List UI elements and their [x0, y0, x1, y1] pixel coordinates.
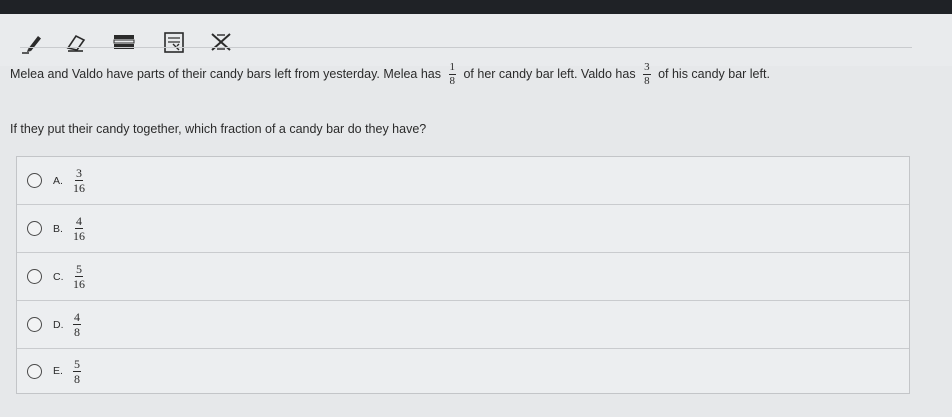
- choice-letter: D.: [53, 318, 64, 331]
- choice-a[interactable]: A. 3 16: [17, 157, 909, 205]
- reference-sheet-tool[interactable]: [160, 28, 188, 56]
- eraser-icon: [66, 34, 86, 52]
- question-text: Melea and Valdo have parts of their cand…: [10, 62, 920, 87]
- choice-fraction: 4 8: [73, 311, 81, 338]
- answer-eliminator-tool[interactable]: [207, 28, 235, 56]
- top-bar: [0, 0, 952, 14]
- choice-fraction: 5 8: [73, 358, 81, 385]
- line-reader-tool[interactable]: [110, 28, 138, 56]
- choice-numerator: 4: [73, 310, 81, 325]
- choice-numerator: 5: [73, 356, 81, 372]
- choice-fraction: 3 16: [73, 167, 85, 194]
- line-reader-icon: [113, 35, 135, 49]
- choice-numerator: 3: [75, 166, 83, 181]
- melea-fraction: 1 8: [448, 61, 456, 87]
- choice-denominator: 8: [74, 325, 80, 339]
- eraser-tool[interactable]: [62, 28, 90, 56]
- choice-denominator: 16: [73, 229, 85, 243]
- choice-letter: B.: [53, 222, 63, 235]
- choice-letter: A.: [53, 174, 63, 187]
- reference-sheet-icon: [164, 32, 184, 53]
- choice-denominator: 16: [73, 181, 85, 195]
- choice-d[interactable]: D. 4 8: [17, 301, 909, 349]
- choice-numerator: 4: [75, 214, 83, 229]
- valdo-fraction: 3 8: [643, 62, 651, 87]
- radio-button[interactable]: [27, 221, 42, 236]
- radio-button[interactable]: [27, 173, 42, 188]
- radio-button[interactable]: [27, 317, 42, 332]
- radio-button[interactable]: [27, 269, 42, 284]
- choice-c[interactable]: C. 5 16: [17, 253, 909, 301]
- question-part2: of her candy bar left. Valdo has: [463, 66, 636, 81]
- choice-denominator: 16: [73, 277, 85, 291]
- valdo-numerator: 3: [643, 61, 651, 75]
- question-part1: Melea and Valdo have parts of their cand…: [10, 66, 442, 81]
- answer-eliminator-icon: [211, 33, 231, 51]
- choice-e[interactable]: E. 5 8: [17, 349, 909, 393]
- choice-fraction: 5 16: [73, 263, 85, 290]
- melea-numerator: 1: [448, 61, 456, 75]
- toolbar-divider: [20, 47, 912, 48]
- choice-letter: E.: [53, 365, 63, 377]
- choice-letter: C.: [53, 270, 64, 283]
- radio-button[interactable]: [27, 363, 42, 379]
- choice-b[interactable]: B. 4 16: [17, 205, 909, 253]
- melea-denominator: 8: [449, 75, 456, 87]
- pencil-icon: [22, 36, 41, 54]
- question-prompt: If they put their candy together, which …: [10, 122, 427, 136]
- answer-choices: A. 3 16 B. 4 16 C. 5 16 D. 4 8 E. 5 8: [16, 156, 910, 394]
- valdo-denominator: 8: [644, 75, 650, 87]
- choice-numerator: 5: [75, 262, 83, 277]
- toolbar: [0, 14, 952, 66]
- question-part3: of his candy bar left.: [658, 66, 770, 81]
- choice-denominator: 8: [74, 371, 80, 386]
- pencil-tool[interactable]: [20, 28, 48, 56]
- choice-fraction: 4 16: [73, 215, 85, 242]
